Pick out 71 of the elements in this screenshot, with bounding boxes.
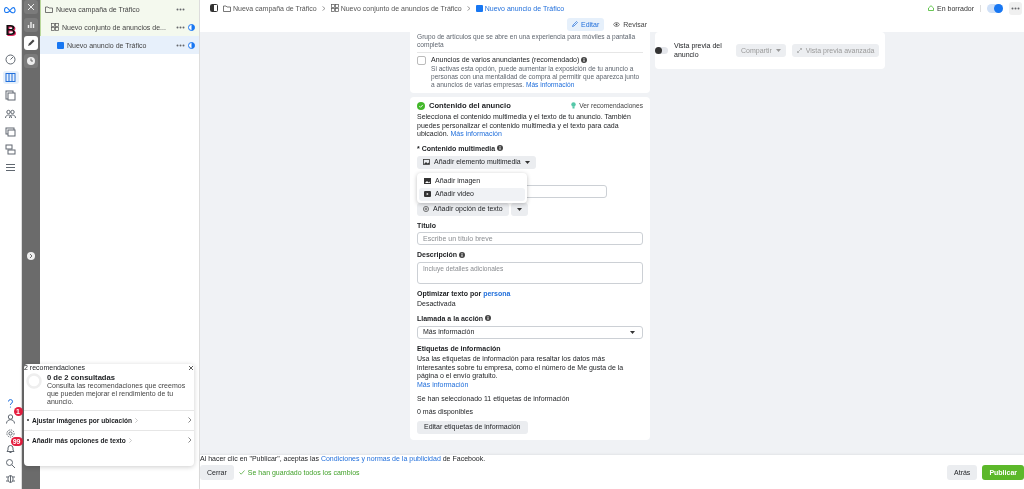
pencil-icon — [572, 21, 578, 27]
person-icon[interactable] — [5, 413, 16, 424]
help-icon[interactable] — [5, 398, 16, 409]
image-icon — [424, 178, 431, 185]
chevron-icon — [321, 5, 326, 11]
grid-icon — [330, 4, 339, 12]
close-button[interactable] — [24, 0, 38, 14]
chevron-icon — [188, 417, 192, 424]
caret-icon — [630, 330, 635, 334]
grid-icon — [51, 23, 59, 31]
image-icon — [423, 159, 430, 166]
clock-icon — [26, 56, 36, 66]
account-avatar[interactable]: B — [5, 22, 16, 38]
info-icon — [459, 251, 466, 258]
preview-toggle[interactable] — [655, 47, 668, 54]
caret-icon — [775, 49, 781, 52]
ad-square-icon — [57, 41, 64, 49]
status-toggle[interactable] — [987, 3, 1003, 13]
chevron-icon — [188, 437, 192, 444]
dashboard-icon — [5, 54, 16, 65]
status-half-circle-icon — [188, 41, 195, 49]
bell-icon[interactable] — [5, 443, 16, 454]
close-icon[interactable] — [188, 364, 194, 371]
menu-icon — [5, 162, 16, 173]
chevron-icon — [135, 417, 139, 423]
close-icon — [26, 2, 36, 12]
ad-square-icon — [475, 4, 483, 12]
plus-circle-icon — [423, 206, 429, 213]
info-icon — [497, 145, 504, 152]
bug-icon[interactable] — [5, 473, 16, 484]
nav-item[interactable] — [2, 125, 19, 138]
more-icon — [1011, 6, 1020, 10]
pencil-button[interactable] — [24, 36, 38, 50]
info-icon — [581, 56, 588, 63]
status-half-circle-icon — [188, 23, 195, 31]
nav-item[interactable] — [2, 71, 19, 84]
nav-item[interactable] — [2, 107, 19, 120]
folder-icon — [45, 5, 53, 13]
more-icon[interactable] — [176, 25, 185, 29]
collapse-icon[interactable] — [27, 252, 35, 260]
pencil-icon — [26, 38, 36, 48]
video-icon — [424, 191, 431, 198]
panel-toggle-icon[interactable] — [210, 4, 218, 12]
more-icon[interactable] — [176, 7, 185, 11]
folder-icon — [223, 4, 231, 12]
caret-icon — [524, 160, 530, 164]
lightbulb-icon — [571, 102, 577, 110]
expand-icon — [796, 48, 802, 53]
nav-item[interactable] — [2, 89, 19, 102]
bar-chart-icon — [26, 20, 36, 30]
info-icon — [485, 315, 492, 322]
chevron-icon — [128, 437, 132, 443]
nav-item[interactable] — [2, 53, 19, 66]
people-icon — [5, 108, 16, 119]
clock-button[interactable] — [24, 54, 38, 68]
nav-item[interactable] — [2, 143, 19, 156]
draft-icon — [928, 5, 935, 11]
settings-icon[interactable] — [5, 428, 16, 439]
caret-icon — [516, 207, 522, 211]
meta-logo[interactable] — [3, 6, 18, 14]
more-icon[interactable] — [176, 43, 185, 47]
check-icon — [238, 470, 245, 475]
stack-icon — [5, 144, 16, 155]
columns-icon — [5, 72, 16, 83]
pages-icon — [5, 90, 16, 101]
eye-icon — [613, 21, 621, 27]
checkbox[interactable] — [417, 56, 426, 65]
bar-chart-button[interactable] — [24, 18, 38, 32]
search-icon[interactable] — [5, 458, 16, 469]
chevron-icon — [466, 5, 471, 11]
gallery-icon — [5, 126, 16, 137]
